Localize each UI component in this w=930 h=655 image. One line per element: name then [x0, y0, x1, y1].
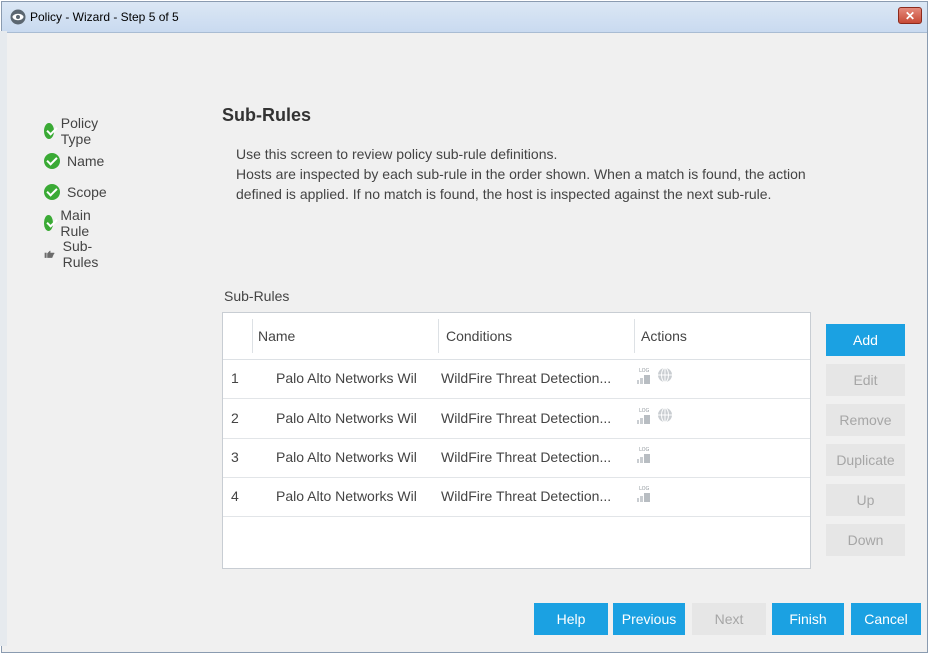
close-button[interactable]: ✕	[898, 7, 922, 24]
description-line: Hosts are inspected by each sub-rule in …	[236, 166, 806, 182]
row-number: 1	[231, 370, 239, 386]
row-number: 2	[231, 410, 239, 426]
check-icon	[44, 153, 60, 169]
window-title: Policy - Wizard - Step 5 of 5	[30, 10, 179, 24]
step-label: Sub-Rules	[62, 238, 99, 270]
check-icon	[44, 184, 60, 200]
log-icon: LOG	[637, 408, 650, 424]
step-policy-type: Policy Type	[44, 115, 104, 147]
finish-button[interactable]: Finish	[772, 603, 844, 635]
down-button[interactable]: Down	[826, 524, 905, 556]
globe-icon	[658, 407, 672, 423]
page-description: Use this screen to review policy sub-rul…	[236, 144, 806, 204]
column-header-actions[interactable]: Actions	[641, 328, 687, 344]
duplicate-button[interactable]: Duplicate	[826, 444, 905, 476]
row-name: Palo Alto Networks Wil	[276, 370, 417, 386]
step-name: Name	[44, 151, 104, 171]
column-separator	[438, 319, 439, 353]
row-name: Palo Alto Networks Wil	[276, 449, 417, 465]
globe-icon	[658, 367, 672, 383]
row-name: Palo Alto Networks Wil	[276, 410, 417, 426]
window-left-edge	[0, 31, 7, 646]
svg-text:LOG: LOG	[639, 447, 650, 453]
column-header-name[interactable]: Name	[258, 328, 295, 344]
check-icon	[44, 215, 54, 231]
row-name: Palo Alto Networks Wil	[276, 488, 417, 504]
eye-icon	[10, 9, 26, 25]
row-number: 4	[231, 488, 239, 504]
title-bar: Policy - Wizard - Step 5 of 5 ✕	[2, 2, 927, 33]
log-icon: LOG	[637, 447, 650, 463]
table-row[interactable]: 4 Palo Alto Networks Wil WildFire Threat…	[223, 477, 810, 517]
log-icon: LOG	[637, 486, 650, 502]
row-conditions: WildFire Threat Detection...	[441, 370, 612, 386]
description-line: defined is applied. If no match is found…	[236, 186, 772, 202]
step-label: Scope	[67, 184, 107, 200]
hand-pointer-icon	[44, 250, 55, 258]
page-title: Sub-Rules	[222, 105, 312, 125]
step-scope: Scope	[44, 182, 107, 202]
previous-button[interactable]: Previous	[613, 603, 685, 635]
column-separator	[634, 319, 635, 353]
edit-button[interactable]: Edit	[826, 364, 905, 396]
table-header: Name Conditions Actions	[223, 313, 810, 360]
table-row[interactable]: 1 Palo Alto Networks Wil WildFire Threat…	[223, 359, 810, 399]
row-conditions: WildFire Threat Detection...	[441, 488, 612, 504]
row-conditions: WildFire Threat Detection...	[441, 410, 612, 426]
column-separator	[252, 319, 253, 353]
add-button[interactable]: Add	[826, 324, 905, 356]
remove-button[interactable]: Remove	[826, 404, 905, 436]
description-line: Use this screen to review policy sub-rul…	[236, 146, 558, 162]
row-number: 3	[231, 449, 239, 465]
svg-text:LOG: LOG	[639, 486, 650, 492]
help-button[interactable]: Help	[534, 603, 608, 635]
step-main-rule: Main Rule	[44, 207, 97, 239]
sub-rules-table-label: Sub-Rules	[224, 288, 290, 304]
check-icon	[44, 123, 54, 139]
sub-rules-table: Name Conditions Actions 1 Palo Alto Netw…	[222, 312, 811, 569]
up-button[interactable]: Up	[826, 484, 905, 516]
log-icon: LOG	[637, 368, 650, 384]
step-label: Policy Type	[60, 115, 99, 147]
table-row[interactable]: 2 Palo Alto Networks Wil WildFire Threat…	[223, 399, 810, 439]
cancel-button[interactable]: Cancel	[851, 603, 921, 635]
svg-text:LOG: LOG	[639, 368, 650, 374]
svg-text:LOG: LOG	[639, 408, 650, 414]
column-header-conditions[interactable]: Conditions	[446, 328, 512, 344]
next-button[interactable]: Next	[692, 603, 766, 635]
step-label: Main Rule	[60, 207, 91, 239]
step-label: Name	[67, 153, 105, 169]
row-conditions: WildFire Threat Detection...	[441, 449, 612, 465]
step-sub-rules: Sub-Rules	[44, 238, 105, 270]
table-row[interactable]: 3 Palo Alto Networks Wil WildFire Threat…	[223, 438, 810, 478]
